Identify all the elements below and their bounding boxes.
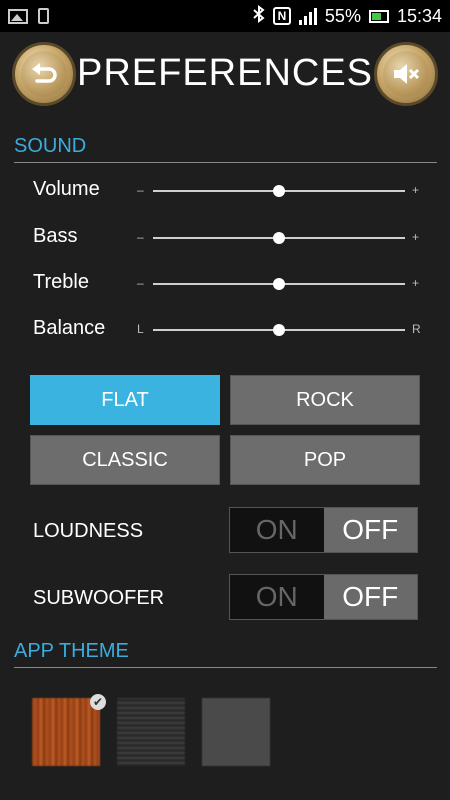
preset-rock-button[interactable]: ROCK <box>230 375 420 425</box>
slider-max-label: R <box>412 322 421 336</box>
battery-percent: 55% <box>324 5 361 26</box>
slider-min-label: – <box>137 276 144 290</box>
slider-thumb[interactable] <box>273 324 285 336</box>
slider-treble[interactable]: Treble – + <box>0 263 450 309</box>
slider-label: Volume <box>33 178 100 200</box>
nfc-icon: N <box>272 7 291 25</box>
theme-swatch-gray[interactable] <box>202 698 270 766</box>
section-header-sound: SOUND <box>14 133 437 163</box>
preset-pop-button[interactable]: POP <box>230 435 420 485</box>
slider-min-label: – <box>137 183 144 197</box>
signal-icon <box>298 7 317 25</box>
slider-thumb[interactable] <box>273 232 285 244</box>
slider-max-label: + <box>412 230 420 244</box>
subwoofer-label: SUBWOOFER <box>33 587 165 609</box>
slider-label: Treble <box>33 271 89 293</box>
slider-bass[interactable]: Bass – + <box>0 217 450 263</box>
loudness-on-option[interactable]: ON <box>230 508 324 552</box>
slider-volume[interactable]: Volume – + <box>0 170 450 216</box>
preset-classic-button[interactable]: CLASSIC <box>30 435 220 485</box>
loudness-off-option[interactable]: OFF <box>323 508 417 552</box>
mute-button[interactable] <box>374 42 438 106</box>
theme-swatch-wood[interactable] <box>32 698 100 766</box>
phone-icon <box>38 8 49 24</box>
theme-swatch-dark-lines[interactable] <box>117 698 185 766</box>
slider-min-label: – <box>137 230 144 244</box>
clock: 15:34 <box>396 5 442 26</box>
slider-min-label: L <box>137 322 144 336</box>
subwoofer-toggle[interactable]: ON OFF <box>229 574 418 620</box>
slider-thumb[interactable] <box>273 185 285 197</box>
slider-thumb[interactable] <box>273 278 285 290</box>
preset-flat-button[interactable]: FLAT <box>30 375 220 425</box>
slider-label: Balance <box>33 317 106 339</box>
status-bar: N 55% 15:34 <box>0 0 450 32</box>
slider-max-label: + <box>412 276 420 290</box>
bluetooth-icon <box>253 4 265 28</box>
slider-label: Bass <box>33 225 78 247</box>
gallery-icon <box>8 8 28 24</box>
check-icon: ✔ <box>90 694 106 710</box>
speaker-mute-icon <box>394 64 420 84</box>
subwoofer-on-option[interactable]: ON <box>230 575 324 619</box>
subwoofer-off-option[interactable]: OFF <box>323 575 417 619</box>
loudness-label: LOUDNESS <box>33 520 144 542</box>
section-header-app-theme: APP THEME <box>14 638 437 668</box>
slider-max-label: + <box>412 183 420 197</box>
slider-balance[interactable]: Balance L R <box>0 309 450 355</box>
loudness-toggle[interactable]: ON OFF <box>229 507 418 553</box>
battery-icon <box>368 9 389 23</box>
header: PREFERENCES <box>0 32 450 124</box>
